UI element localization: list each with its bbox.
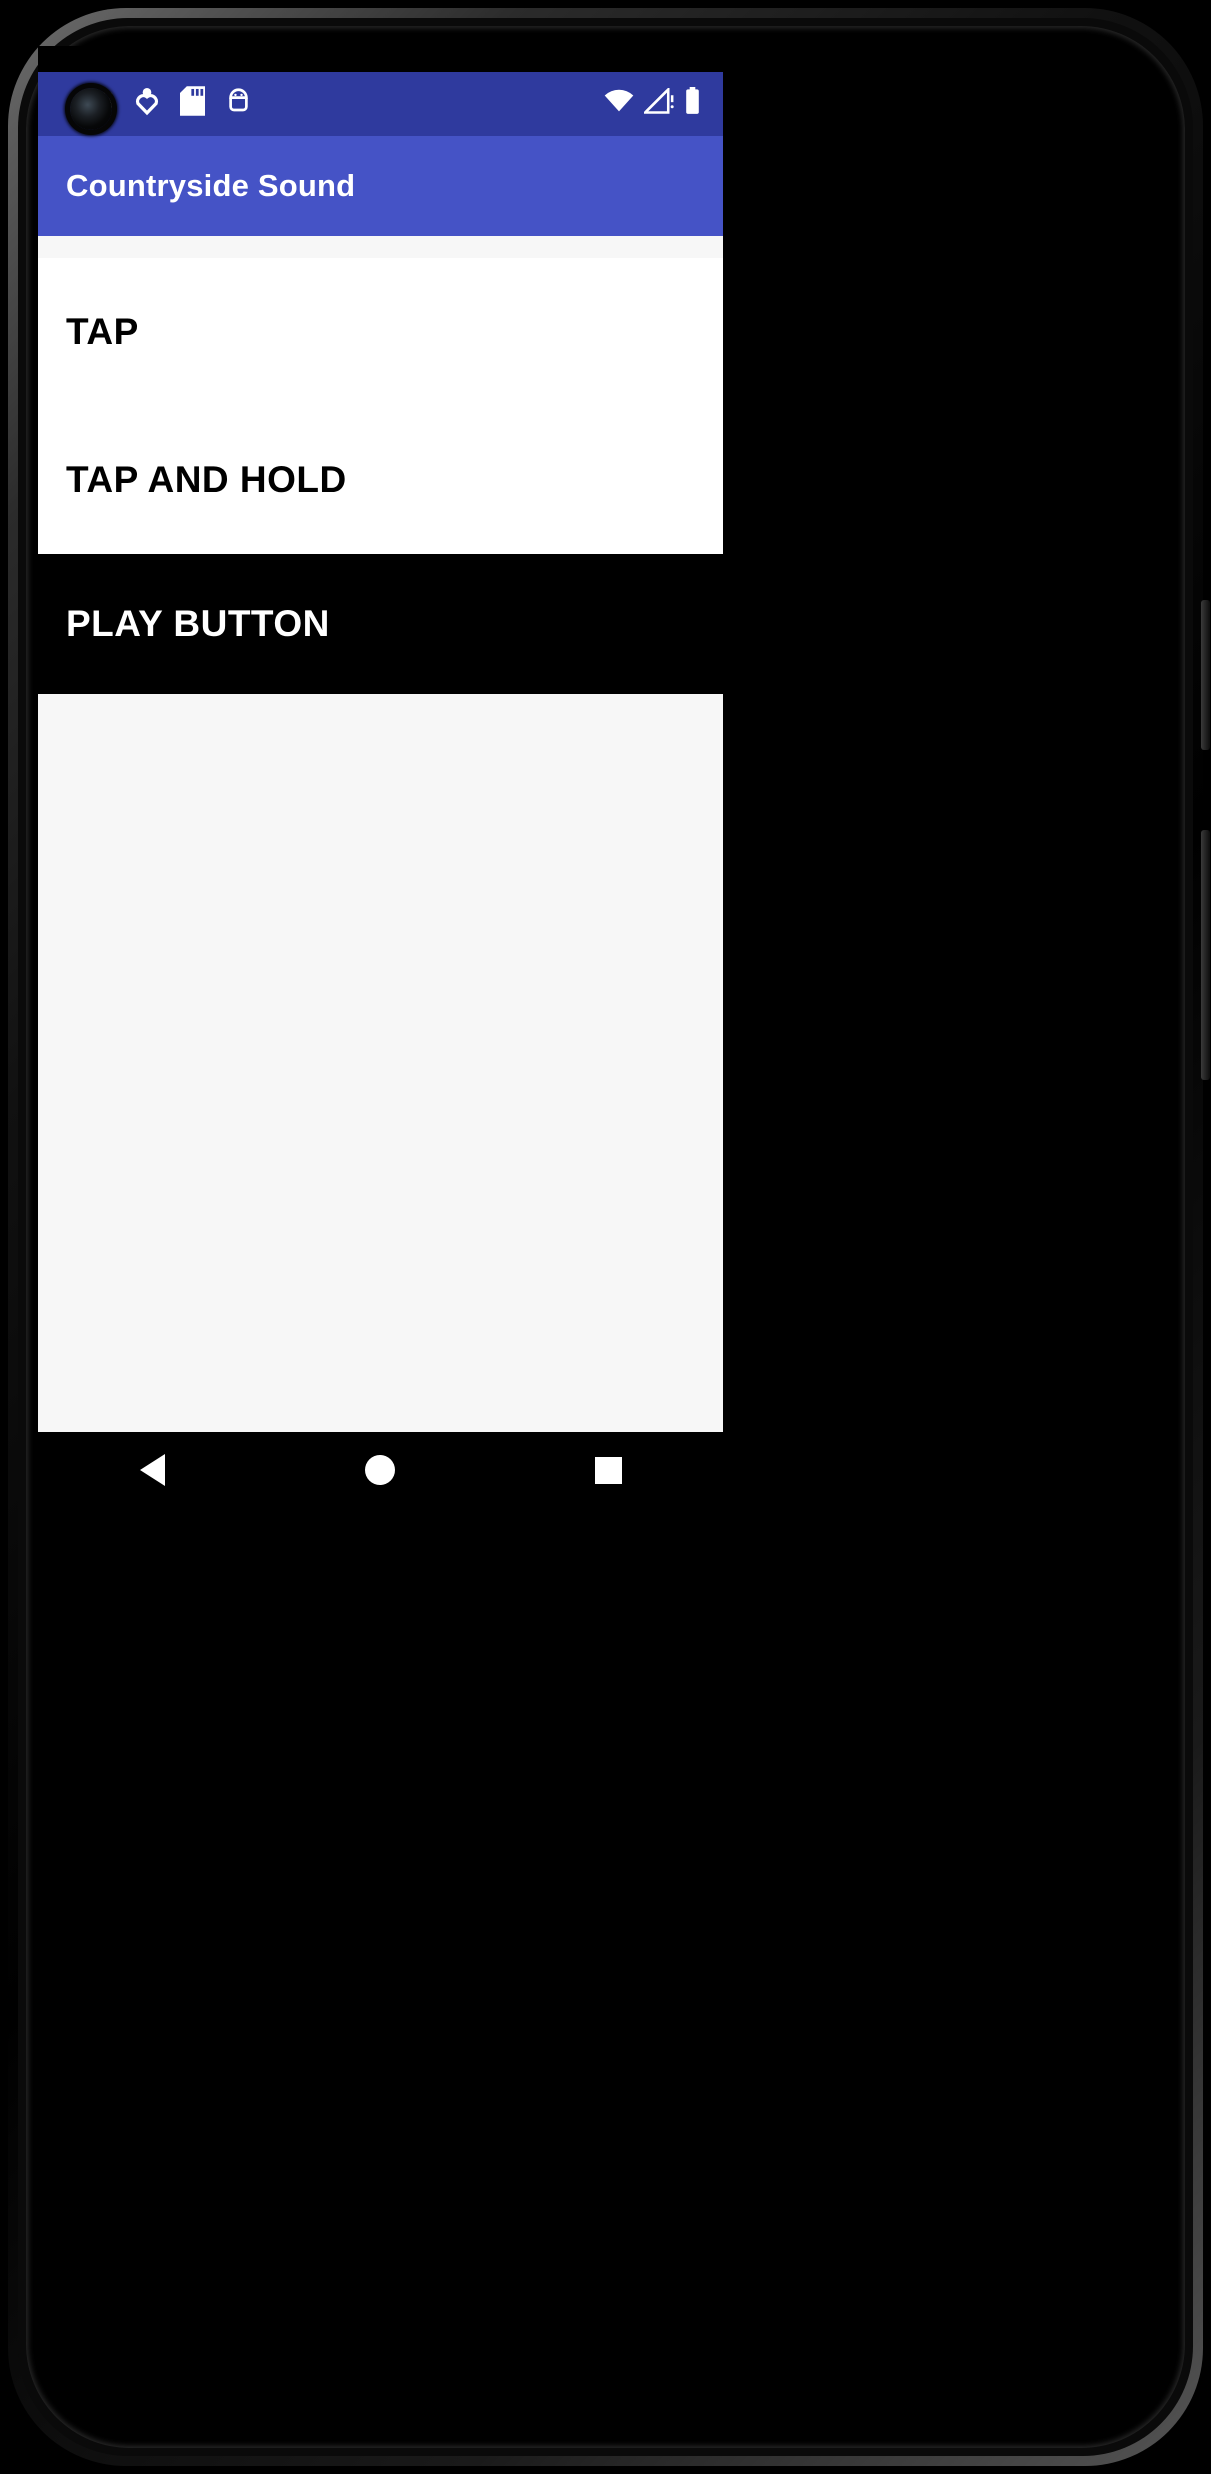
tap-button[interactable]: TAP (38, 258, 723, 406)
play-button[interactable]: PLAY BUTTON (38, 554, 723, 694)
wifi-icon (604, 89, 634, 113)
phone-screen: 23 (38, 46, 723, 1508)
recents-square-icon (595, 1456, 623, 1484)
content-top-spacer (38, 236, 723, 258)
nav-recents-button[interactable] (549, 1440, 669, 1500)
app-bar: Countryside Sound (38, 136, 723, 236)
screen-corner-mask (38, 46, 723, 72)
main-content: TAP TAP AND HOLD PLAY BUTTON (38, 236, 723, 1439)
power-button[interactable] (1201, 600, 1210, 750)
back-triangle-icon (139, 1454, 165, 1486)
status-bar-left: 23 (56, 66, 604, 116)
navigation-bar (38, 1432, 723, 1508)
android-debug-icon (225, 87, 252, 115)
nav-home-button[interactable] (320, 1440, 440, 1500)
front-camera-punch-hole (70, 88, 112, 130)
volume-button[interactable] (1201, 830, 1210, 1080)
tap-and-hold-button[interactable]: TAP AND HOLD (38, 406, 723, 554)
nav-back-button[interactable] (92, 1440, 212, 1500)
app-bar-title: Countryside Sound (66, 168, 356, 203)
device-frame: 23 (0, 0, 1211, 2474)
status-bar: 23 (38, 46, 723, 136)
status-bar-right (604, 67, 701, 115)
battery-icon (684, 87, 701, 115)
sd-card-icon (180, 86, 206, 116)
location-sharing-icon (134, 86, 160, 116)
sound-panel[interactable] (38, 694, 723, 1439)
cellular-signal-off-icon (644, 88, 674, 114)
home-circle-icon (365, 1455, 396, 1485)
